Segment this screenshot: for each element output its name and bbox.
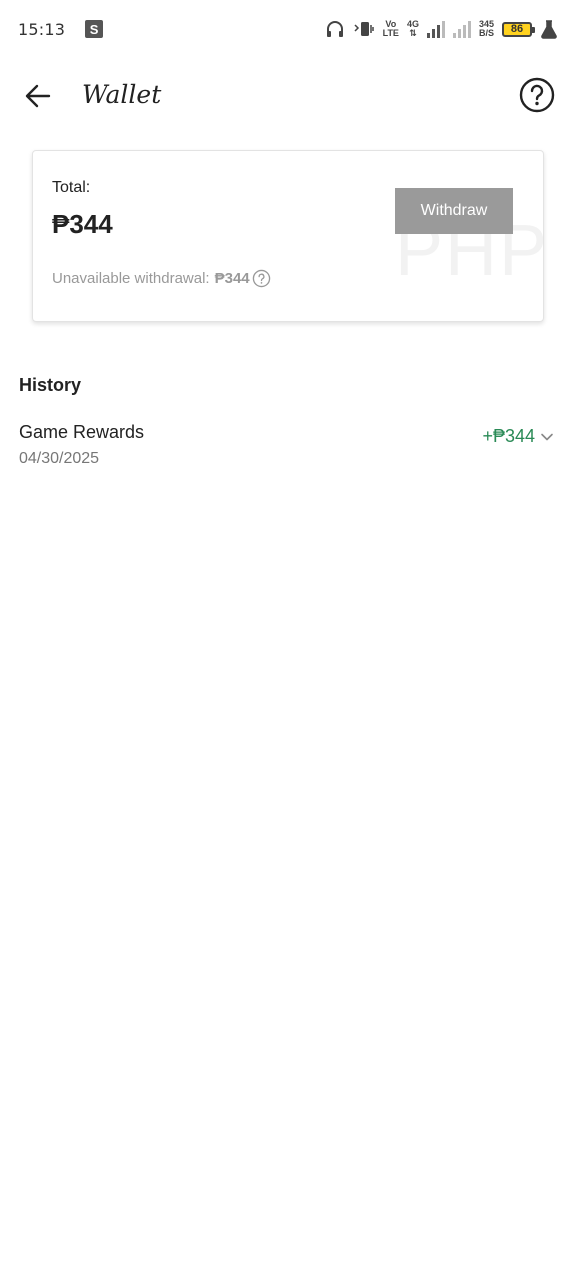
- help-button[interactable]: [518, 76, 556, 114]
- unavailable-withdrawal-amount: ₱344: [214, 270, 250, 287]
- signal-strength-icon: [426, 20, 445, 38]
- history-title: History: [19, 375, 82, 395]
- headphones-icon: [326, 21, 343, 37]
- app-header: Wallet: [0, 62, 576, 130]
- history-item-amount: +₱344: [482, 426, 535, 446]
- back-button[interactable]: [18, 76, 58, 116]
- chevron-down-icon[interactable]: [540, 430, 554, 444]
- network-speed: 345 B/S: [479, 20, 494, 38]
- status-bar: 15:13 S Vo LTE 4G ⇅ 345 B/S 86: [0, 0, 576, 58]
- flask-icon: [541, 20, 557, 39]
- volte-bottom: LTE: [382, 28, 399, 38]
- network-speed-unit: B/S: [478, 28, 494, 38]
- network-arrows: ⇅: [409, 28, 417, 38]
- total-label: Total:: [52, 179, 91, 196]
- question-circle-icon[interactable]: [252, 269, 271, 288]
- withdraw-button[interactable]: Withdraw: [395, 188, 513, 234]
- unavailable-withdrawal-row: Unavailable withdrawal: ₱344: [52, 269, 271, 288]
- network-type: 4G ⇅: [407, 20, 419, 38]
- page-title: Wallet: [82, 80, 162, 109]
- vibrate-bluetooth-icon: [354, 22, 374, 36]
- history-item[interactable]: Game Rewards 04/30/2025 +₱344: [0, 418, 576, 478]
- battery-icon: 86: [502, 21, 535, 37]
- history-item-title: Game Rewards: [19, 422, 145, 442]
- signal-strength-secondary-icon: [452, 20, 471, 38]
- status-time: 15:13: [18, 19, 66, 39]
- unavailable-withdrawal-label: Unavailable withdrawal:: [52, 270, 210, 287]
- arrow-left-icon: [25, 84, 51, 108]
- history-item-date: 04/30/2025: [19, 450, 100, 467]
- volte-indicator: Vo LTE: [383, 20, 399, 38]
- s-app-icon: S: [85, 20, 104, 38]
- wallet-balance-card: Total: ₱344 PHP Withdraw Unavailable wit…: [32, 150, 544, 322]
- total-amount: ₱344: [52, 209, 113, 239]
- battery-level: 86: [510, 23, 524, 35]
- status-icons: Vo LTE 4G ⇅ 345 B/S 86: [325, 19, 558, 39]
